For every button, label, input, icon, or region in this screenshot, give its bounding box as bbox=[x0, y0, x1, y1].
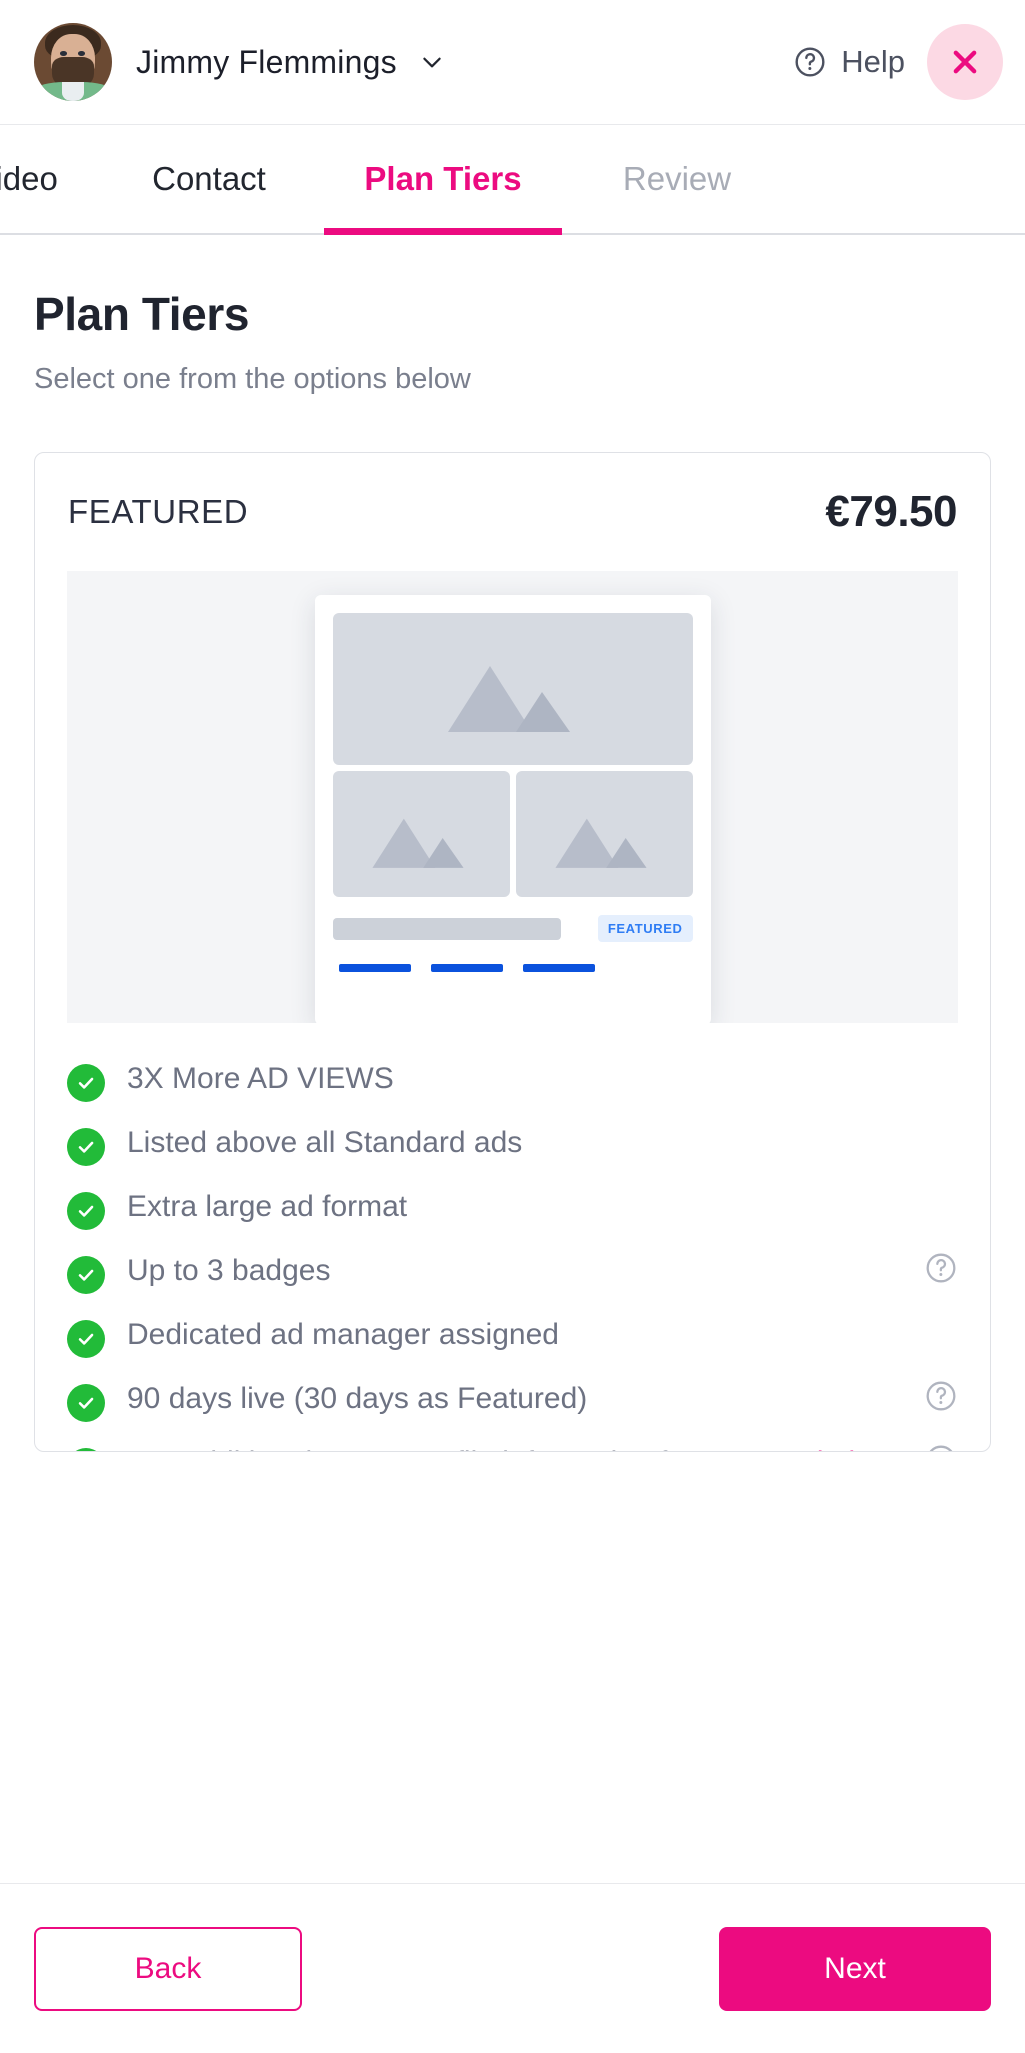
tab-review[interactable]: Review bbox=[562, 125, 792, 233]
check-circle-icon bbox=[67, 1448, 105, 1451]
mockup-thumb-row bbox=[332, 771, 693, 897]
mockup-hero-image bbox=[332, 613, 693, 765]
check-circle-icon bbox=[67, 1384, 105, 1422]
mockup-title-row: FEATURED bbox=[332, 915, 693, 942]
list-item: 90 days live (30 days as Featured) bbox=[67, 1369, 958, 1433]
page-subtitle: Select one from the options below bbox=[34, 363, 471, 395]
check-circle-icon bbox=[67, 1128, 105, 1166]
mockup-title-placeholder bbox=[332, 917, 561, 940]
close-x-icon bbox=[953, 50, 977, 74]
plan-preview-mockup: FEATURED bbox=[67, 571, 958, 1023]
back-button[interactable]: Back bbox=[34, 1926, 302, 2011]
feature-label-text: Get additional tenant profile informatio… bbox=[127, 1446, 727, 1451]
mockup-featured-badge: FEATURED bbox=[597, 915, 693, 942]
image-placeholder-icon bbox=[555, 818, 647, 869]
close-button[interactable] bbox=[927, 24, 1003, 100]
mockup-link-3 bbox=[522, 964, 595, 972]
check-circle-icon bbox=[67, 1320, 105, 1358]
list-item: Get additional tenant profile informatio… bbox=[67, 1433, 958, 1452]
tab-video[interactable]: Video bbox=[0, 125, 94, 233]
page-title: Plan Tiers bbox=[34, 288, 250, 340]
mockup-link-1 bbox=[338, 964, 411, 972]
chevron-down-icon[interactable] bbox=[419, 49, 445, 75]
feature-label: 90 days live (30 days as Featured) bbox=[127, 1382, 588, 1415]
feature-label: 3X More AD VIEWS bbox=[127, 1062, 394, 1095]
list-item: Listed above all Standard ads bbox=[67, 1113, 958, 1177]
tenantin-link[interactable]: Tenantin.ie bbox=[727, 1446, 872, 1451]
feature-label: Listed above all Standard ads bbox=[127, 1126, 523, 1159]
mockup-thumb-right bbox=[515, 771, 693, 897]
plan-card-featured[interactable]: FEATURED €79.50 FEATURED 3X More AD VIEW… bbox=[34, 452, 991, 1452]
mockup-thumb-left bbox=[332, 771, 510, 897]
avatar-eye-left bbox=[59, 51, 67, 56]
info-help-icon[interactable] bbox=[924, 1379, 958, 1413]
help-label: Help bbox=[841, 44, 905, 79]
tab-bar: Video Contact Plan Tiers Review bbox=[0, 125, 1025, 235]
question-circle-icon bbox=[795, 47, 825, 77]
image-placeholder-icon bbox=[447, 665, 570, 732]
list-item: 3X More AD VIEWS bbox=[67, 1049, 958, 1113]
feature-label: Up to 3 badges bbox=[127, 1254, 331, 1287]
check-circle-icon bbox=[67, 1256, 105, 1294]
check-circle-icon bbox=[67, 1064, 105, 1102]
list-item: Dedicated ad manager assigned bbox=[67, 1305, 958, 1369]
main-content: Plan Tiers Select one from the options b… bbox=[0, 235, 1025, 1883]
mockup-link-2 bbox=[430, 964, 503, 972]
info-help-icon[interactable] bbox=[924, 1251, 958, 1285]
user-name: Jimmy Flemmings bbox=[136, 43, 397, 80]
avatar[interactable] bbox=[34, 23, 112, 101]
plan-price: €79.50 bbox=[825, 487, 957, 536]
info-help-icon[interactable] bbox=[924, 1443, 958, 1452]
plan-tiers-screen: Jimmy Flemmings Help Video Contact Plan … bbox=[0, 0, 1025, 2053]
tab-contact[interactable]: Contact bbox=[94, 125, 324, 233]
list-item: Extra large ad format bbox=[67, 1177, 958, 1241]
avatar-collar bbox=[62, 82, 84, 101]
mockup-link-row bbox=[333, 964, 693, 972]
plan-feature-list: 3X More AD VIEWS Listed above all Standa… bbox=[67, 1049, 958, 1452]
list-item: Up to 3 badges bbox=[67, 1241, 958, 1305]
tab-plan-tiers[interactable]: Plan Tiers bbox=[324, 125, 562, 235]
next-button[interactable]: Next bbox=[719, 1926, 991, 2011]
plan-card-header: FEATURED €79.50 bbox=[67, 487, 958, 537]
feature-label-with-link: Get additional tenant profile informatio… bbox=[127, 1444, 926, 1451]
mockup-device: FEATURED bbox=[314, 595, 711, 1023]
feature-label: Extra large ad format bbox=[127, 1190, 408, 1223]
feature-label: Dedicated ad manager assigned bbox=[127, 1318, 559, 1351]
footer-actions: Back Next bbox=[0, 1883, 1025, 2053]
top-bar: Jimmy Flemmings Help bbox=[0, 0, 1025, 125]
image-placeholder-icon bbox=[372, 818, 464, 869]
help-button[interactable]: Help bbox=[793, 44, 905, 80]
avatar-eye-right bbox=[77, 51, 85, 56]
plan-tier-label: FEATURED bbox=[68, 493, 249, 530]
check-circle-icon bbox=[67, 1192, 105, 1230]
